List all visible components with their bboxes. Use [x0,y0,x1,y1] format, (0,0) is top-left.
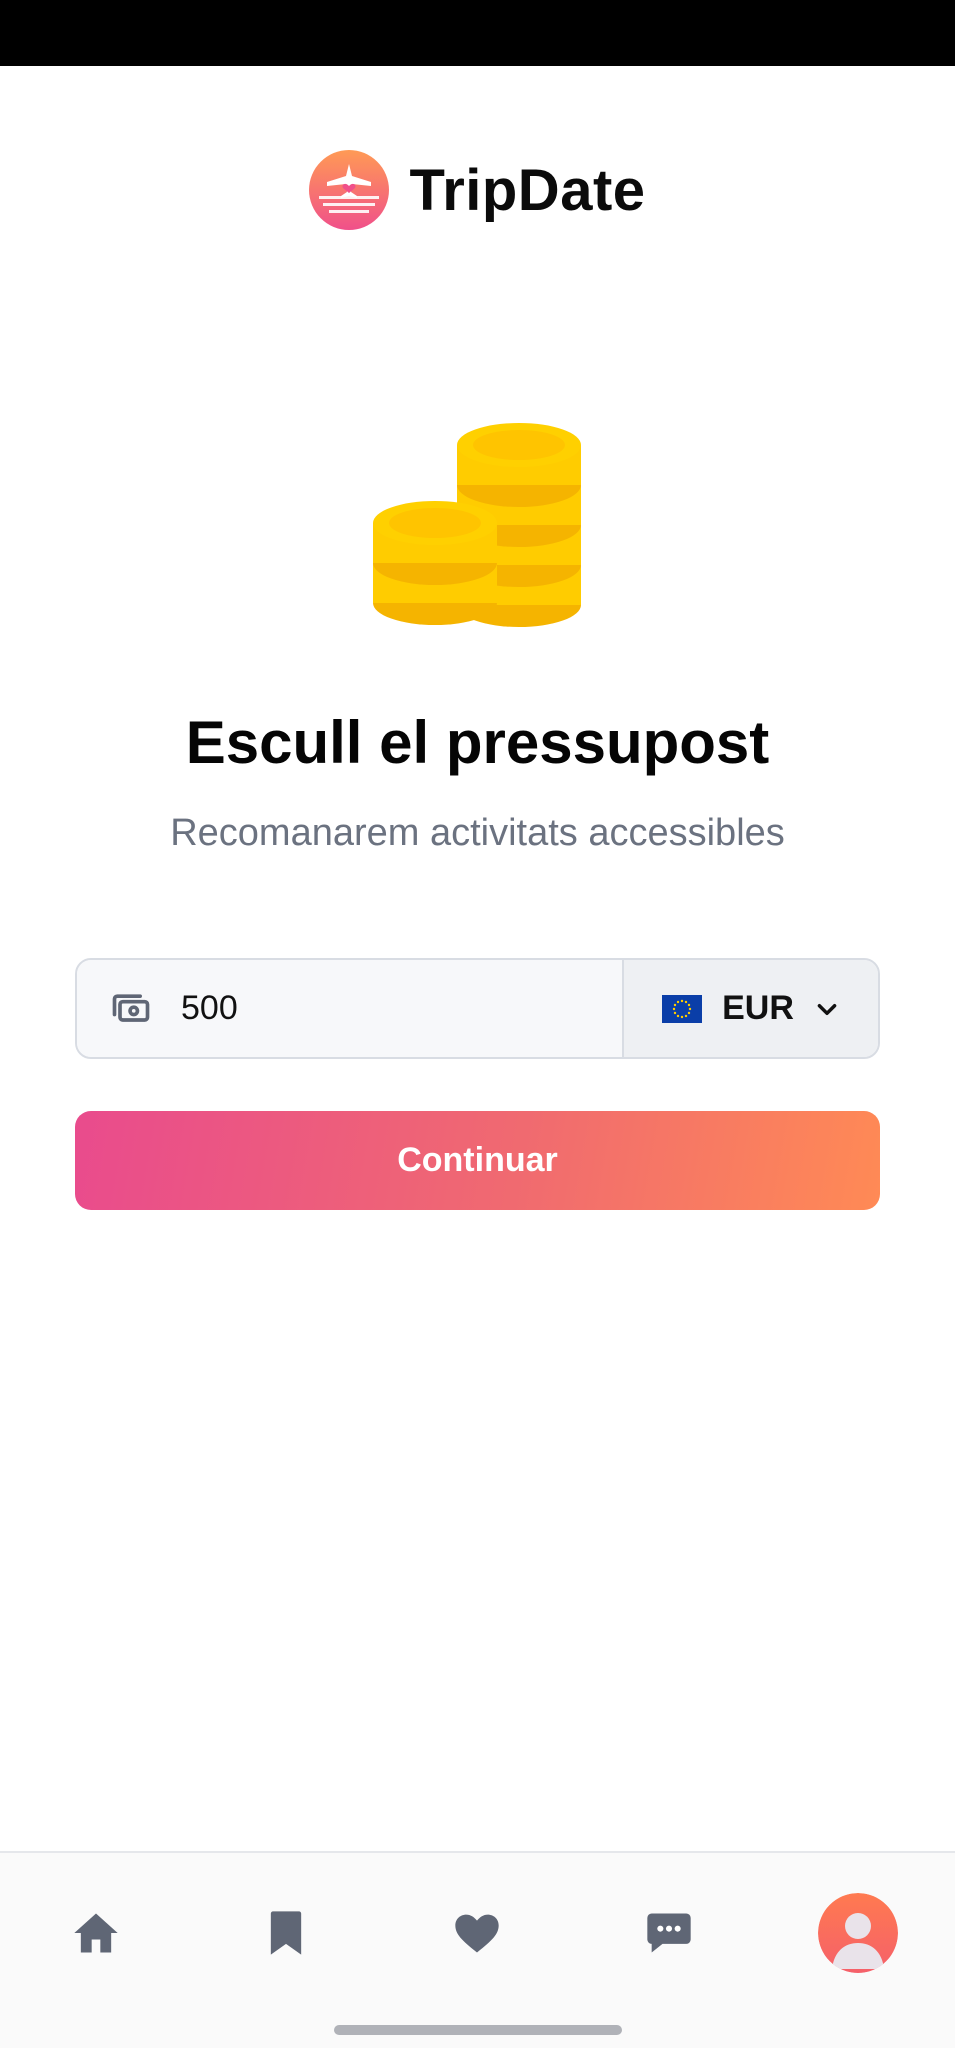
amount-field[interactable] [77,960,624,1057]
budget-input-group: EUR [75,958,880,1059]
continue-button[interactable]: Continuar [75,1111,880,1210]
heart-icon [455,1914,499,1953]
money-icon [112,993,150,1022]
nav-profile[interactable] [818,1893,898,1973]
status-bar [0,0,955,66]
chat-icon [647,1913,691,1953]
page-title: Escull el pressupost [185,709,770,776]
nav-messages[interactable] [634,1898,704,1968]
nav-favorites[interactable] [442,1898,512,1968]
currency-code: EUR [722,989,794,1027]
eu-flag-icon [662,994,703,1023]
page-subtitle: Recomanarem activitats accessibles [170,812,785,854]
coins-icon [373,423,581,627]
home-icon [74,1913,118,1953]
bookmark-icon [270,1911,302,1955]
nav-home[interactable] [61,1898,131,1968]
app-name: TripDate [409,157,646,223]
home-indicator[interactable] [334,2025,622,2035]
currency-selector[interactable]: EUR [624,960,878,1057]
bottom-nav [0,1851,955,2048]
tripdate-logo-icon [309,150,390,230]
avatar-icon [818,1893,898,1973]
nav-saved[interactable] [251,1898,321,1968]
app-header: TripDate [0,150,955,230]
chevron-down-icon [817,1003,837,1015]
amount-input[interactable] [181,989,561,1028]
